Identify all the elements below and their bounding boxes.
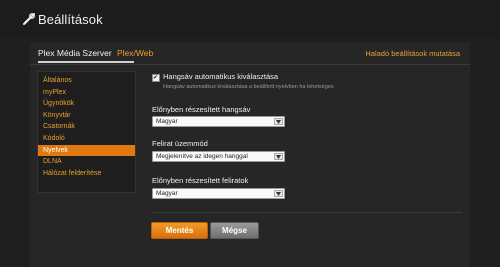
active-tab-underline — [38, 61, 134, 63]
chevron-down-icon — [274, 153, 283, 160]
tab-plex-web[interactable]: Plex/Web — [117, 48, 153, 58]
wrench-icon — [23, 13, 35, 25]
subtitle-mode-label: Felirat üzemmód — [152, 139, 208, 148]
preferred-subtitles-select[interactable]: Magyar — [152, 188, 285, 199]
sidebar-item-agents[interactable]: Ügynökök — [38, 98, 135, 110]
auto-audio-label: Hangsáv automatikus kiválasztása — [163, 72, 279, 81]
auto-audio-checkbox[interactable]: ✔ — [152, 74, 160, 82]
settings-panel: Plex Média Szerver Plex/Web Haladó beáll… — [30, 42, 470, 267]
subtitle-mode-select[interactable]: Megjelenítve az idegen hanggal — [152, 151, 285, 162]
preferred-subtitles-value: Magyar — [156, 190, 178, 197]
show-advanced-link[interactable]: Haladó beállítások mutatása — [365, 49, 460, 58]
preferred-audio-select[interactable]: Magyar — [152, 116, 285, 127]
subtitle-mode-value: Megjelenítve az idegen hanggal — [156, 153, 248, 160]
preferred-audio-label: Előnyben részesített hangsáv — [152, 105, 251, 114]
sidebar-item-transcoder[interactable]: Kódoló — [38, 133, 135, 145]
sidebar-item-languages[interactable]: Nyelvek — [38, 144, 135, 157]
preferred-subtitles-label: Előnyben részesített feliratok — [152, 176, 249, 185]
sidebar-item-myplex[interactable]: myPlex — [38, 87, 135, 99]
sidebar-item-dlna[interactable]: DLNA — [38, 156, 135, 168]
sidebar-item-network-discovery[interactable]: Hálózat felderítése — [38, 168, 135, 180]
settings-sidebar: Általános myPlex Ügynökök Könyvtár Csato… — [37, 71, 136, 193]
tab-plex-media-server[interactable]: Plex Média Szerver — [38, 48, 112, 58]
sidebar-item-channels[interactable]: Csatornák — [38, 121, 135, 133]
chevron-down-icon — [274, 118, 283, 125]
top-bar: Beállítások — [0, 0, 500, 38]
cancel-button[interactable]: Mégse — [210, 222, 259, 239]
sidebar-item-library[interactable]: Könyvtár — [38, 110, 135, 122]
checkmark-icon: ✔ — [153, 75, 159, 81]
auto-audio-help: Hangsáv automatikus kiválasztása a beáll… — [163, 84, 334, 90]
tabs-row: Plex Média Szerver Plex/Web Haladó beáll… — [30, 42, 470, 65]
form-divider — [152, 212, 462, 213]
chevron-down-icon — [274, 190, 283, 197]
preferred-audio-value: Magyar — [156, 118, 178, 125]
sidebar-item-general[interactable]: Általános — [38, 75, 135, 87]
save-button[interactable]: Mentés — [151, 222, 208, 239]
page-title: Beállítások — [38, 12, 103, 27]
